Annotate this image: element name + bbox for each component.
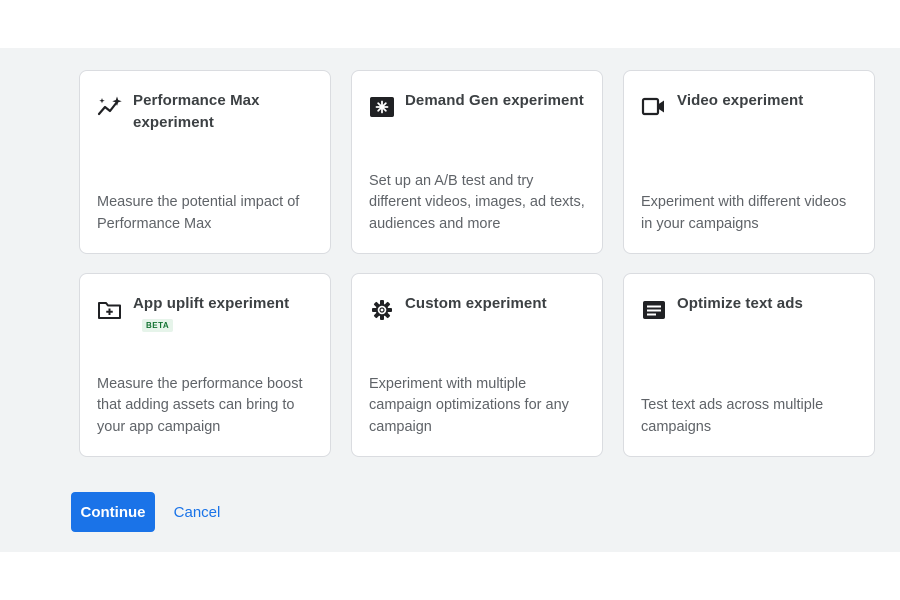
demand-gen-icon	[369, 96, 395, 118]
cancel-button[interactable]: Cancel	[160, 492, 234, 532]
card-header: Optimize text ads	[641, 293, 862, 321]
card-description: Experiment with different videos in your…	[641, 194, 847, 232]
card-header: Performance Max experiment	[97, 90, 318, 134]
card-custom-experiment[interactable]: Custom experiment Experiment with multip…	[351, 273, 603, 457]
card-app-uplift-experiment[interactable]: App uplift experiment BETA Measure the p…	[79, 273, 331, 457]
text-ad-icon	[641, 299, 667, 321]
top-band	[0, 0, 900, 48]
card-description: Set up an A/B test and try different vid…	[369, 172, 585, 232]
gear-icon	[369, 299, 395, 321]
card-header: Custom experiment	[369, 293, 590, 321]
bottom-band	[0, 552, 900, 600]
card-description: Test text ads across multiple campaigns	[641, 397, 824, 435]
card-header: Video experiment	[641, 90, 862, 118]
card-performance-max-experiment[interactable]: Performance Max experiment Measure the p…	[79, 70, 331, 254]
card-title: App uplift experiment	[133, 295, 290, 312]
card-title: Demand Gen experiment	[405, 92, 584, 109]
experiment-type-grid: Performance Max experiment Measure the p…	[79, 70, 877, 457]
card-demand-gen-experiment[interactable]: Demand Gen experiment Set up an A/B test…	[351, 70, 603, 254]
card-video-experiment[interactable]: Video experiment Experiment with differe…	[623, 70, 875, 254]
card-description: Measure the performance boost that addin…	[97, 375, 303, 435]
card-optimize-text-ads[interactable]: Optimize text ads Test text ads across m…	[623, 273, 875, 457]
card-title: Video experiment	[677, 92, 804, 109]
video-camera-icon	[641, 96, 667, 118]
card-description: Experiment with multiple campaign optimi…	[369, 375, 569, 435]
card-header: App uplift experiment BETA	[97, 293, 318, 333]
card-description: Measure the potential impact of Performa…	[97, 194, 300, 232]
card-title: Performance Max experiment	[133, 92, 260, 131]
continue-button[interactable]: Continue	[71, 492, 155, 532]
folder-add-icon	[97, 299, 123, 321]
sparkle-trend-icon	[97, 96, 123, 118]
card-header: Demand Gen experiment	[369, 90, 590, 118]
beta-badge: BETA	[142, 319, 174, 332]
card-title: Custom experiment	[405, 295, 547, 312]
card-title: Optimize text ads	[677, 295, 803, 312]
